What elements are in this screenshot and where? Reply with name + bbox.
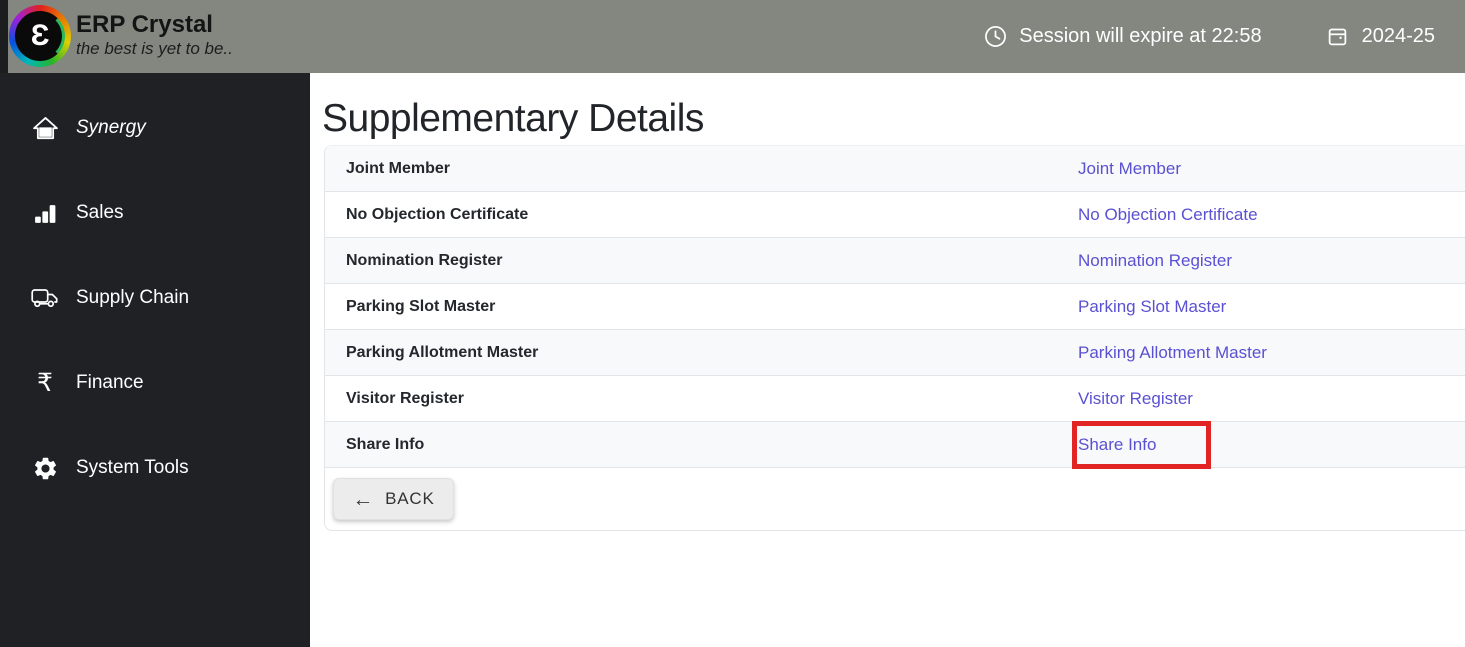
header-right: Session will expire at 22:58 2024-25	[981, 0, 1435, 73]
clock-icon	[981, 25, 1009, 48]
page-title: Supplementary Details	[322, 97, 704, 140]
sidebar-item-system-tools[interactable]: System Tools	[0, 443, 310, 493]
home-icon	[31, 115, 59, 142]
calendar-icon	[1324, 26, 1352, 47]
sidebar-item-label: Sales	[76, 202, 124, 223]
row-label: No Objection Certificate	[346, 205, 529, 223]
row-label: Nomination Register	[346, 251, 503, 269]
session-chip: Session will expire at 22:58	[981, 25, 1262, 48]
fiscal-year-text: 2024-25	[1361, 25, 1435, 47]
gear-icon	[31, 455, 59, 482]
truck-icon	[31, 286, 59, 310]
sidebar-item-label: Finance	[76, 372, 144, 393]
row-link-joint-member[interactable]: Joint Member	[1078, 159, 1181, 179]
sidebar: Synergy Sales Supply Chain ₹ Finance Sys…	[0, 73, 310, 647]
sidebar-item-supply-chain[interactable]: Supply Chain	[0, 273, 310, 323]
logo-glyph: Ɛ	[15, 11, 65, 61]
supplementary-table: Joint Member Joint Member No Objection C…	[324, 145, 1465, 469]
fiscal-year-chip[interactable]: 2024-25	[1324, 25, 1435, 48]
row-link-parking-allotment-master[interactable]: Parking Allotment Master	[1078, 343, 1267, 363]
rupee-icon: ₹	[37, 368, 53, 397]
sidebar-item-label: Supply Chain	[76, 287, 190, 308]
session-text: Session will expire at 22:58	[1019, 25, 1262, 47]
back-button-label: BACK	[385, 489, 435, 508]
header-left-strip	[0, 0, 8, 73]
row-label: Joint Member	[346, 159, 451, 177]
bar-chart-icon	[31, 201, 59, 226]
app-header: Ɛ ERP Crystal the best is yet to be.. Se…	[0, 0, 1465, 73]
sidebar-item-label: Synergy	[76, 117, 146, 138]
row-label: Visitor Register	[346, 389, 464, 407]
row-link-nomination-register[interactable]: Nomination Register	[1078, 251, 1232, 271]
brand-title: ERP Crystal	[76, 11, 213, 38]
table-row: Parking Slot Master Parking Slot Master	[325, 284, 1465, 330]
table-row: No Objection Certificate No Objection Ce…	[325, 192, 1465, 238]
row-link-share-info[interactable]: Share Info	[1078, 435, 1156, 455]
table-row: Visitor Register Visitor Register	[325, 376, 1465, 422]
table-row: Share Info Share Info	[325, 421, 1465, 469]
brand-tagline: the best is yet to be..	[76, 39, 233, 58]
table-footer: ← BACK	[324, 468, 1465, 531]
app-logo: Ɛ	[9, 5, 71, 67]
table-row: Parking Allotment Master Parking Allotme…	[325, 330, 1465, 376]
main-content: Supplementary Details Joint Member Joint…	[310, 73, 1465, 647]
row-link-visitor-register[interactable]: Visitor Register	[1078, 389, 1193, 409]
back-arrow-icon: ←	[352, 487, 375, 511]
table-row: Nomination Register Nomination Register	[325, 238, 1465, 284]
sidebar-item-label: System Tools	[76, 457, 189, 478]
sidebar-item-finance[interactable]: ₹ Finance	[0, 358, 310, 408]
back-button[interactable]: ← BACK	[333, 478, 454, 520]
table-row: Joint Member Joint Member	[325, 146, 1465, 192]
row-link-no-objection-certificate[interactable]: No Objection Certificate	[1078, 205, 1258, 225]
sidebar-item-synergy[interactable]: Synergy	[0, 103, 310, 153]
row-label: Parking Slot Master	[346, 297, 496, 315]
row-label: Parking Allotment Master	[346, 343, 539, 361]
sidebar-item-sales[interactable]: Sales	[0, 188, 310, 238]
brand-block: ERP Crystal the best is yet to be..	[76, 12, 233, 60]
row-label: Share Info	[346, 435, 425, 453]
row-link-parking-slot-master[interactable]: Parking Slot Master	[1078, 297, 1226, 317]
